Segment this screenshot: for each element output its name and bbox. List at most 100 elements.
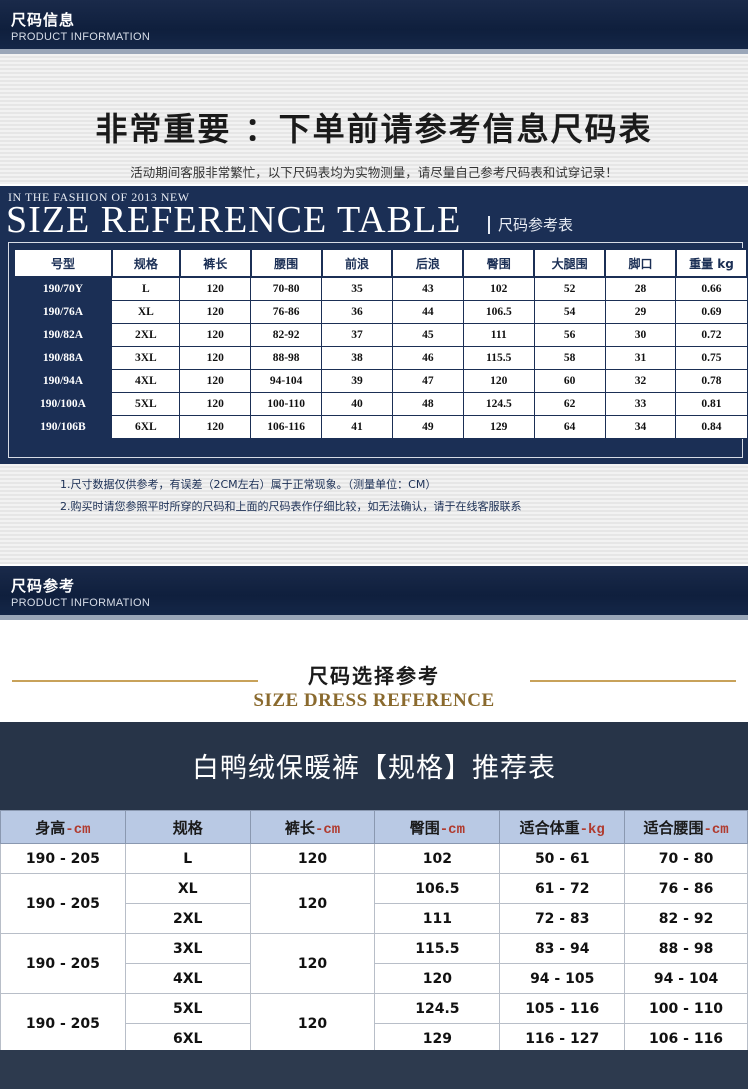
hip-cell: 115.5 [374, 933, 501, 964]
table-cell: 0.84 [675, 415, 748, 439]
size-code-cell: 190/76A [13, 300, 113, 324]
size-code-cell: 190/82A [13, 323, 113, 347]
table-cell: 44 [391, 300, 464, 324]
section-subtitle: PRODUCT INFORMATION [11, 31, 151, 43]
measurement-note: 活动期间客服非常繁忙，以下尺码表均为实物测量，请尽量自己参考尺码表和试穿记录！ [130, 165, 618, 180]
table-cell: XL [111, 300, 181, 324]
table-cell: 2XL [111, 323, 181, 347]
column-header: 腰围 [249, 248, 323, 278]
section-title: 尺码信息 [11, 11, 76, 29]
column-header-label: 裤长 [284, 818, 315, 837]
table-cell: L [111, 276, 181, 301]
section-header-size-info: 尺码信息 PRODUCT INFORMATION [0, 0, 748, 54]
column-header: 裤长-cm [249, 810, 376, 844]
table-cell: 30 [604, 323, 677, 347]
table-cell: 120 [179, 369, 252, 393]
size-code-cell: 190/100A [13, 392, 113, 416]
height-cell: 190 - 205 [0, 993, 126, 1054]
table-cell: 60 [533, 369, 606, 393]
table-cell: 58 [533, 346, 606, 370]
table-cell: 0.78 [675, 369, 748, 393]
weight-cell: 72 - 83 [499, 903, 626, 934]
size-reference-title-cn: 尺码参考表 [498, 216, 574, 234]
table-cell: 34 [604, 415, 677, 439]
table-row: 190 - 205 5XL 120 124.5 105 - 116 100 - 110 [0, 993, 748, 1054]
table-cell: 120 [462, 369, 535, 393]
note-line: 2.购买时请您参照平时所穿的尺码和上面的尺码表作仔细比较，如无法确认，请于在线客… [60, 500, 522, 513]
column-header: 臀围-cm [374, 810, 501, 844]
column-header: 身高-cm [0, 810, 126, 844]
waist-cell: 100 - 110 [624, 993, 748, 1024]
table-row: 190/76A XL 120 76-86 36 44 106.5 54 29 0.69 [13, 300, 748, 324]
column-header-unit: -kg [579, 821, 605, 838]
size-cell: 2XL [124, 903, 251, 934]
column-header: 臀围 [462, 248, 536, 278]
table-cell: 28 [604, 276, 677, 301]
table-cell: 35 [321, 276, 393, 301]
table-cell: 106.5 [462, 300, 535, 324]
hip-cell: 102 [374, 843, 501, 874]
table-cell: 102 [462, 276, 535, 301]
table-cell: 120 [179, 323, 252, 347]
weight-cell: 61 - 72 [499, 873, 626, 904]
table-cell: 39 [321, 369, 393, 393]
section-subtitle: PRODUCT INFORMATION [11, 597, 151, 609]
size-code-cell: 190/94A [13, 369, 113, 393]
table-cell: 111 [462, 323, 535, 347]
table-cell: 0.75 [675, 346, 748, 370]
column-header-unit: -cm [314, 821, 341, 838]
table-cell: 52 [533, 276, 606, 301]
table-cell: 120 [179, 415, 252, 439]
column-header: 大腿围 [533, 248, 607, 278]
column-header: 前浪 [320, 248, 394, 278]
size-code-cell: 190/106B [13, 415, 113, 439]
size-reference-title: SIZE REFERENCE TABLE [6, 199, 462, 241]
weight-cell: 105 - 116 [499, 993, 626, 1024]
column-header: 裤长 [178, 248, 252, 278]
table-cell: 41 [321, 415, 393, 439]
table-cell: 5XL [111, 392, 181, 416]
table-cell: 45 [391, 323, 464, 347]
table-cell: 124.5 [462, 392, 535, 416]
table-cell: 120 [179, 300, 252, 324]
length-cell: 120 [249, 873, 376, 934]
section-header-size-reference: 尺码参考 PRODUCT INFORMATION [0, 566, 748, 620]
table-row: 190 - 205 XL 120 106.5 61 - 72 76 - 86 [0, 873, 748, 934]
table-cell: 38 [321, 346, 393, 370]
length-cell: 120 [249, 993, 376, 1054]
weight-cell: 116 - 127 [499, 1023, 626, 1054]
recommend-banner-title: 白鸭绒保暖裤【规格】推荐表 [192, 753, 556, 784]
size-cell: XL [124, 873, 251, 904]
table-row: 190/70Y L 120 70-80 35 43 102 52 28 0.66 [13, 276, 748, 301]
waist-cell: 88 - 98 [624, 933, 748, 964]
table-row: 190/100A 5XL 120 100-110 40 48 124.5 62 33 0.81 [13, 392, 748, 416]
table-cell: 120 [179, 276, 252, 301]
size-cell: 3XL [124, 933, 251, 964]
waist-cell: 94 - 104 [624, 963, 748, 994]
waist-cell: 70 - 80 [624, 843, 748, 874]
hip-cell: 111 [374, 903, 501, 934]
table-cell: 82-92 [250, 323, 323, 347]
table-cell: 32 [604, 369, 677, 393]
table-cell: 94-104 [250, 369, 323, 393]
table-row: 190/88A 3XL 120 88-98 38 46 115.5 58 31 0.75 [13, 346, 748, 370]
size-cell: 6XL [124, 1023, 251, 1054]
weight-cell: 83 - 94 [499, 933, 626, 964]
table-cell: 33 [604, 392, 677, 416]
size-code-cell: 190/70Y [13, 276, 113, 301]
size-reference-panel: IN THE FASHION OF 2013 NEW SIZE REFERENC… [0, 186, 748, 464]
table-cell: 56 [533, 323, 606, 347]
table-cell: 129 [462, 415, 535, 439]
column-header-label: 适合腰围 [643, 818, 704, 837]
waist-cell: 76 - 86 [624, 873, 748, 904]
table-cell: 76-86 [250, 300, 323, 324]
table-cell: 0.72 [675, 323, 748, 347]
weight-cell: 50 - 61 [499, 843, 626, 874]
height-cell: 190 - 205 [0, 933, 126, 994]
table-cell: 100-110 [250, 392, 323, 416]
title-divider [488, 216, 490, 234]
table-cell: 31 [604, 346, 677, 370]
height-cell: 190 - 205 [0, 873, 126, 934]
column-header-label: 规格 [172, 818, 203, 837]
table-cell: 70-80 [250, 276, 323, 301]
